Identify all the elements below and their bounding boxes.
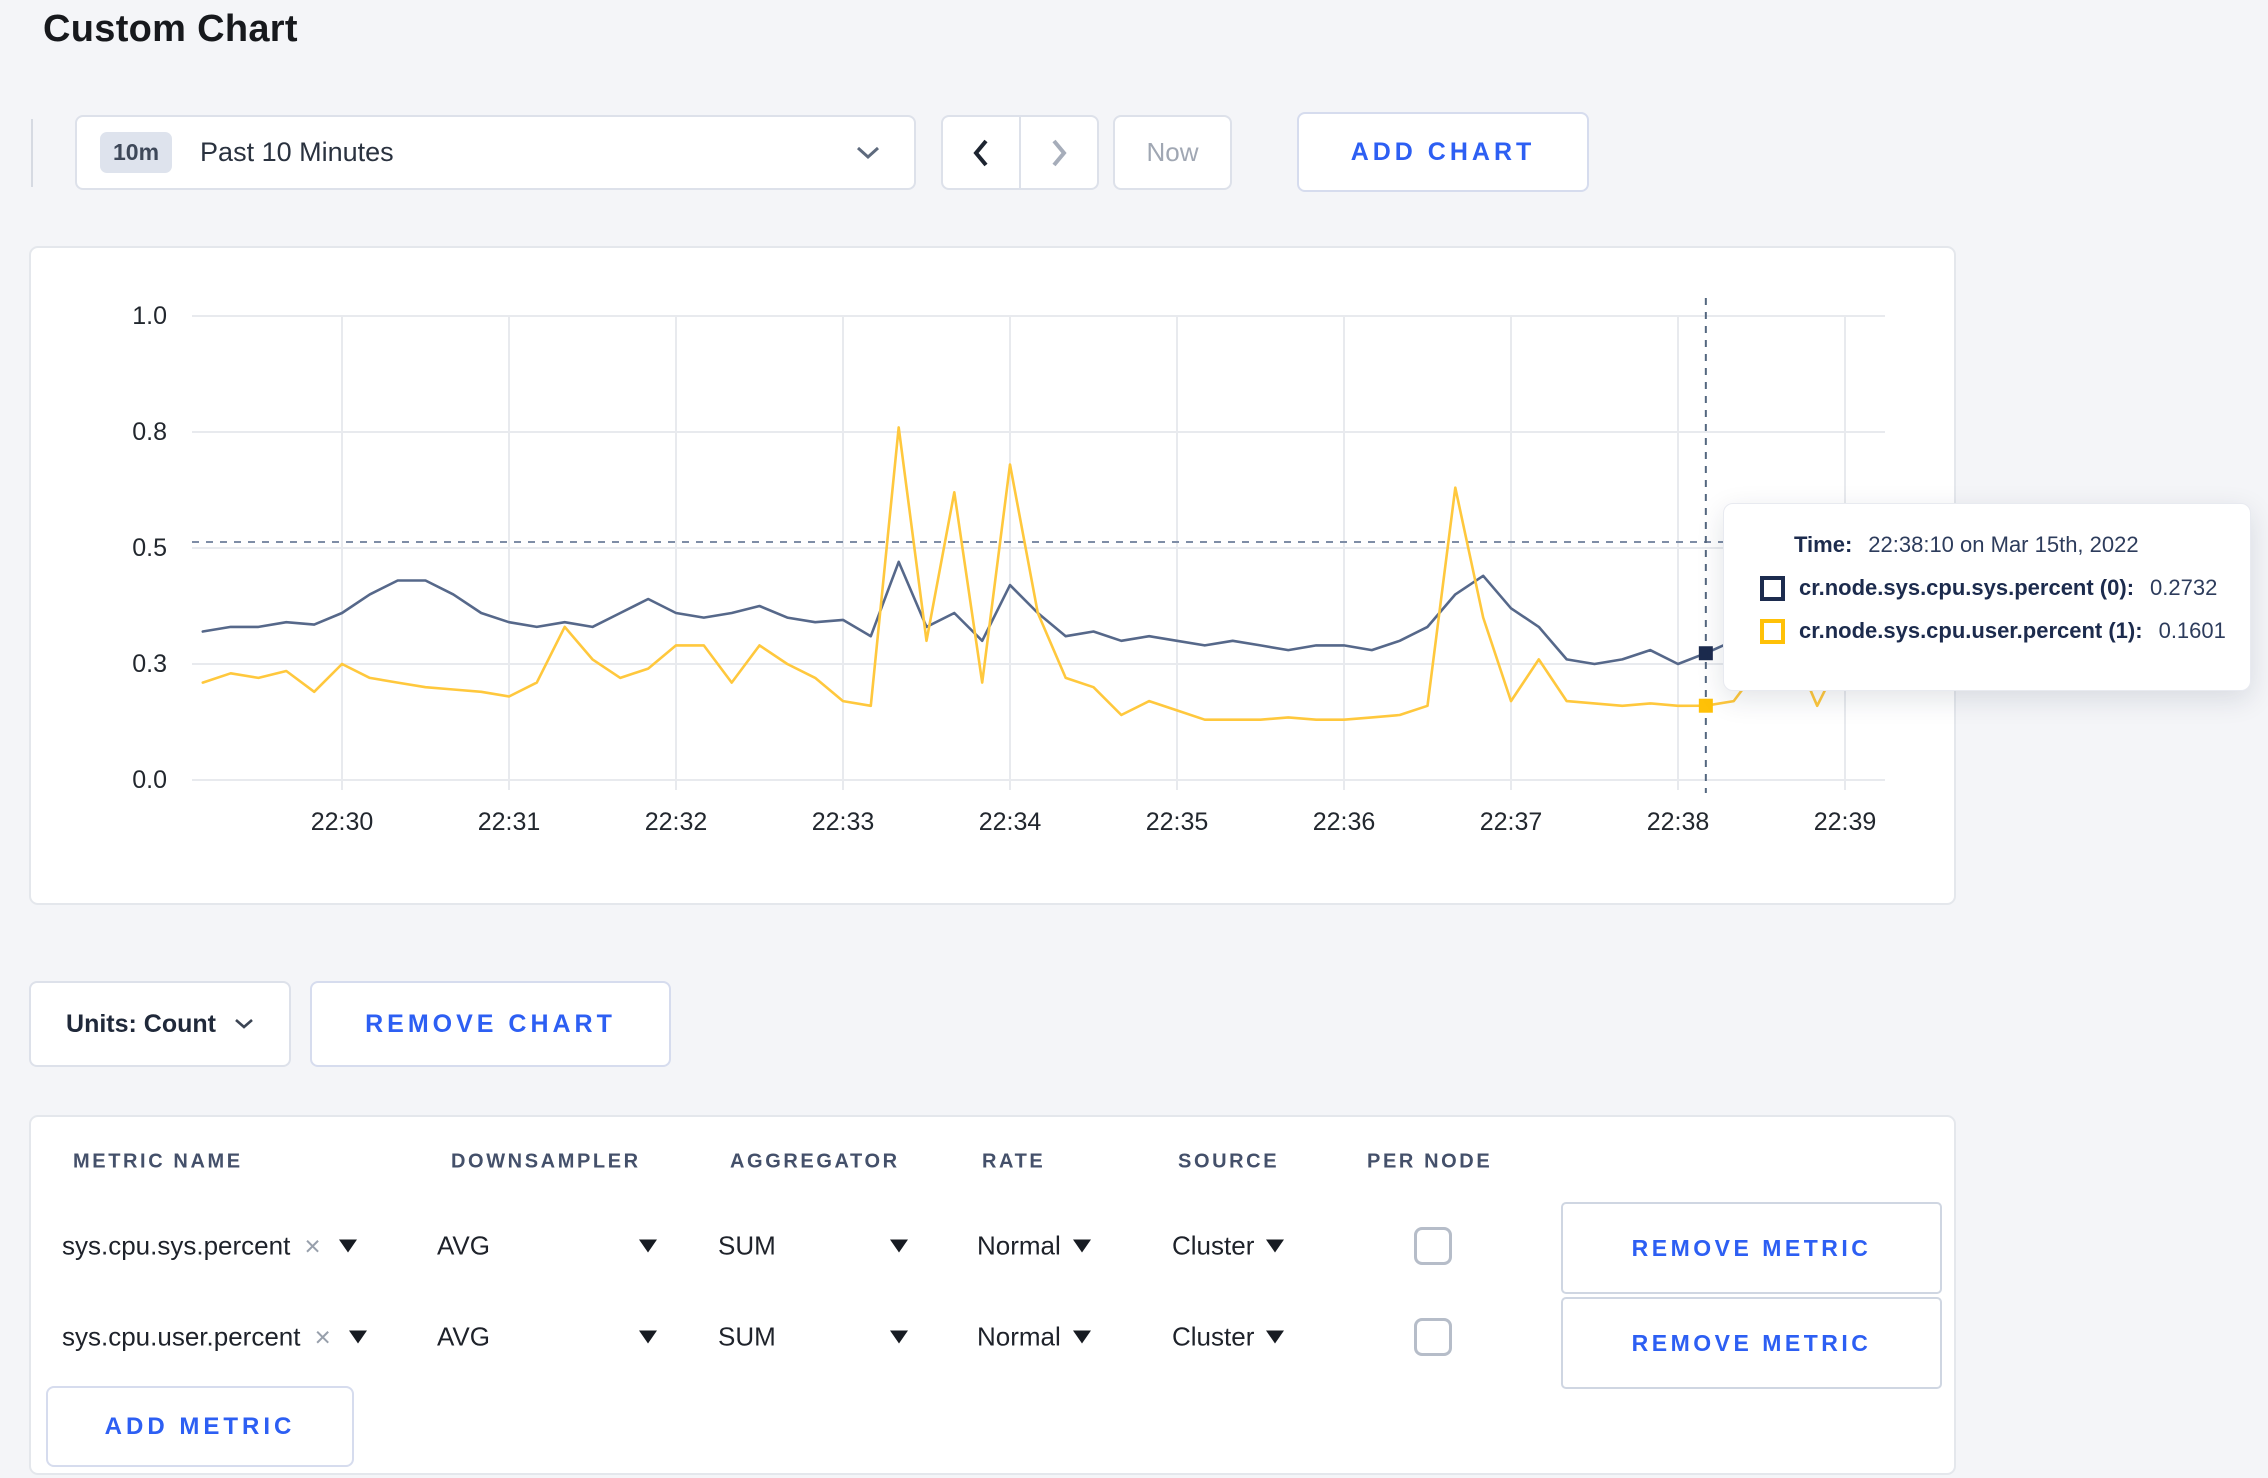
cpu-usage-chart[interactable]: 0.0 0.3 0.5 0.8 1.0 22:30 22:31 22:32 22:33 22:34… xyxy=(31,248,1958,903)
svg-text:0.5: 0.5 xyxy=(132,534,167,562)
downsampler-select[interactable]: AVG xyxy=(437,1322,657,1353)
caret-down-icon xyxy=(348,1330,367,1344)
svg-text:22:36: 22:36 xyxy=(1313,808,1376,836)
time-range-picker[interactable]: 10m Past 10 Minutes xyxy=(75,115,916,190)
units-dropdown[interactable]: Units: Count xyxy=(29,981,291,1067)
caret-down-icon xyxy=(1072,1330,1091,1344)
previous-window-button[interactable] xyxy=(943,117,1021,188)
per-node-checkbox[interactable] xyxy=(1414,1318,1452,1356)
downsampler-value: AVG xyxy=(437,1321,490,1352)
svg-text:22:39: 22:39 xyxy=(1814,808,1877,836)
metric-name-select[interactable]: sys.cpu.user.percent × xyxy=(62,1322,367,1353)
svg-text:0.0: 0.0 xyxy=(132,766,167,794)
tooltip-time-label: Time: xyxy=(1794,532,1853,557)
caret-down-icon xyxy=(639,1239,657,1253)
add-metric-button[interactable]: ADD METRIC xyxy=(46,1386,354,1467)
time-range-badge: 10m xyxy=(100,132,173,173)
svg-text:22:34: 22:34 xyxy=(979,808,1042,836)
caret-down-icon xyxy=(1266,1330,1285,1344)
rate-select[interactable]: Normal xyxy=(977,1231,1091,1262)
svg-text:0.3: 0.3 xyxy=(132,650,167,678)
tooltip-series-name: cr.node.sys.cpu.sys.percent (0): xyxy=(1799,575,2135,600)
close-icon[interactable]: × xyxy=(314,1323,330,1351)
toolbar-left-divider xyxy=(31,119,33,187)
caret-down-icon xyxy=(890,1239,908,1253)
units-label: Units: Count xyxy=(66,1009,216,1038)
time-window-pager xyxy=(941,115,1099,190)
close-icon[interactable]: × xyxy=(304,1232,320,1260)
add-chart-button[interactable]: ADD CHART xyxy=(1297,112,1589,192)
chevron-left-icon xyxy=(973,139,988,166)
rate-value: Normal xyxy=(977,1321,1061,1352)
caret-down-icon xyxy=(1072,1239,1091,1253)
remove-metric-button[interactable]: REMOVE METRIC xyxy=(1561,1202,1942,1294)
chart-tooltip: Time: 22:38:10 on Mar 15th, 2022 cr.node… xyxy=(1723,503,2251,691)
col-header-source: SOURCE xyxy=(1178,1150,1280,1173)
chart-card: 0.0 0.3 0.5 0.8 1.0 22:30 22:31 22:32 22:33 22:34… xyxy=(29,246,1956,905)
caret-down-icon xyxy=(1266,1239,1285,1253)
col-header-downsampler: DOWNSAMPLER xyxy=(451,1150,641,1173)
aggregator-select[interactable]: SUM xyxy=(718,1231,908,1262)
aggregator-select[interactable]: SUM xyxy=(718,1322,908,1353)
aggregator-value: SUM xyxy=(718,1321,776,1352)
series-swatch-sys xyxy=(1760,575,1785,601)
remove-metric-button[interactable]: REMOVE METRIC xyxy=(1561,1297,1942,1389)
svg-text:22:32: 22:32 xyxy=(645,808,708,836)
source-select[interactable]: Cluster xyxy=(1172,1321,1285,1353)
metric-name-select[interactable]: sys.cpu.sys.percent × xyxy=(62,1231,357,1262)
tooltip-series-value: 0.1601 xyxy=(2158,618,2226,643)
remove-chart-button[interactable]: REMOVE CHART xyxy=(310,981,671,1067)
source-select[interactable]: Cluster xyxy=(1172,1230,1285,1262)
series-swatch-user xyxy=(1760,618,1785,644)
caret-down-icon xyxy=(639,1330,657,1344)
rate-select[interactable]: Normal xyxy=(977,1322,1091,1353)
tooltip-time-value: 22:38:10 on Mar 15th, 2022 xyxy=(1868,532,2139,557)
col-header-per-node: PER NODE xyxy=(1367,1150,1493,1173)
downsampler-value: AVG xyxy=(437,1230,490,1261)
chevron-right-icon xyxy=(1052,139,1067,166)
chevron-down-icon xyxy=(856,146,880,159)
col-header-rate: RATE xyxy=(982,1150,1046,1173)
svg-text:22:33: 22:33 xyxy=(812,808,875,836)
source-value: Cluster xyxy=(1172,1230,1255,1261)
next-window-button[interactable] xyxy=(1021,117,1097,188)
rate-value: Normal xyxy=(977,1230,1061,1261)
col-header-metric-name: METRIC NAME xyxy=(73,1150,243,1173)
svg-text:22:30: 22:30 xyxy=(311,808,374,836)
svg-text:22:38: 22:38 xyxy=(1647,808,1710,836)
svg-text:22:31: 22:31 xyxy=(478,808,541,836)
svg-text:1.0: 1.0 xyxy=(132,302,167,330)
per-node-checkbox[interactable] xyxy=(1414,1227,1452,1265)
caret-down-icon xyxy=(338,1239,357,1253)
now-button[interactable]: Now xyxy=(1113,115,1232,190)
svg-text:22:37: 22:37 xyxy=(1480,808,1543,836)
tooltip-series-value: 0.2732 xyxy=(2150,575,2218,600)
svg-text:22:35: 22:35 xyxy=(1146,808,1209,836)
page-title: Custom Chart xyxy=(43,8,298,50)
metric-name-value: sys.cpu.user.percent xyxy=(62,1321,301,1352)
downsampler-select[interactable]: AVG xyxy=(437,1231,657,1262)
svg-text:0.8: 0.8 xyxy=(132,418,167,446)
time-range-label: Past 10 Minutes xyxy=(200,137,394,167)
col-header-aggregator: AGGREGATOR xyxy=(730,1150,900,1173)
aggregator-value: SUM xyxy=(718,1230,776,1261)
chevron-down-icon xyxy=(235,1019,253,1029)
tooltip-series-name: cr.node.sys.cpu.user.percent (1): xyxy=(1799,618,2143,643)
source-value: Cluster xyxy=(1172,1321,1255,1352)
caret-down-icon xyxy=(890,1330,908,1344)
metric-name-value: sys.cpu.sys.percent xyxy=(62,1230,291,1261)
